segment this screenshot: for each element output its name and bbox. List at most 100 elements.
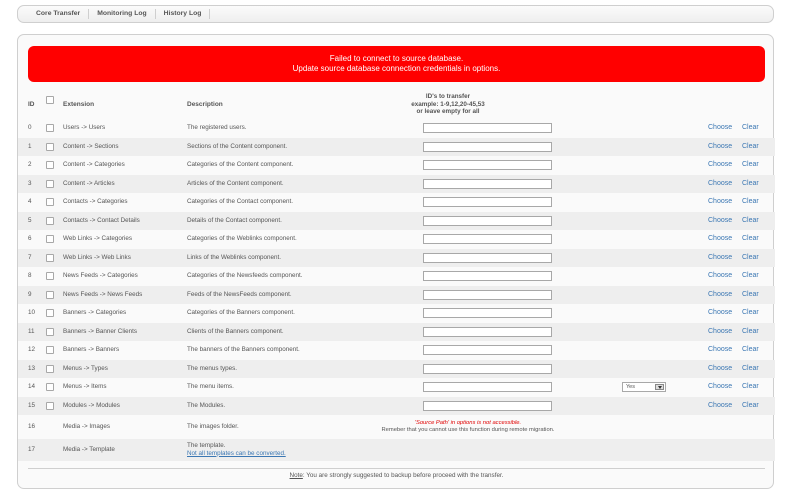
header-id: ID xyxy=(28,101,35,108)
tab-monitoring-log[interactable]: Monitoring Log xyxy=(89,9,154,19)
ids-input[interactable] xyxy=(423,178,552,189)
row-checkbox[interactable] xyxy=(46,253,54,262)
row-checkbox[interactable] xyxy=(46,272,54,280)
ids-input[interactable] xyxy=(423,123,552,133)
ids-input[interactable] xyxy=(423,382,552,392)
choose-link[interactable]: Choose xyxy=(708,360,732,379)
row-checkbox[interactable] xyxy=(46,198,54,206)
row-checkbox[interactable] xyxy=(46,401,54,410)
choose-link[interactable]: Choose xyxy=(708,230,732,249)
table-row: 14 Menus -> Items The menu items. Yes Choose… xyxy=(18,378,775,397)
row-checkbox[interactable] xyxy=(46,235,54,243)
choose-link[interactable]: Choose xyxy=(708,175,732,194)
row-checkbox[interactable] xyxy=(46,124,54,132)
clear-link[interactable]: Clear xyxy=(742,360,759,379)
row-extension: Banners -> Banner Clients xyxy=(63,327,138,335)
clear-link[interactable]: Clear xyxy=(742,323,759,342)
row-extension: Contacts -> Categories xyxy=(63,198,128,205)
ids-input[interactable] xyxy=(423,289,552,300)
yes-no-select[interactable]: Yes xyxy=(622,382,666,392)
choose-link[interactable]: Choose xyxy=(708,341,732,360)
choose-link[interactable]: Choose xyxy=(708,249,732,268)
nav-divider xyxy=(209,9,211,19)
row-description: Links of the Weblinks component. xyxy=(187,253,282,261)
clear-link[interactable]: Clear xyxy=(742,378,759,397)
table-header: ID Extension Description ID's to transfe… xyxy=(18,91,775,119)
row-id: 17 xyxy=(28,446,36,453)
row-description: Clients of the Banners component. xyxy=(187,327,284,335)
row-checkbox[interactable] xyxy=(46,364,54,373)
clear-link[interactable]: Clear xyxy=(742,212,759,231)
choose-link[interactable]: Choose xyxy=(708,193,732,212)
table-row: 3 Content -> Articles Articles of the Cont… xyxy=(18,174,775,194)
ids-input[interactable] xyxy=(423,215,552,226)
row-id: 15 xyxy=(28,401,36,409)
clear-link[interactable]: Clear xyxy=(742,267,759,286)
clear-link[interactable]: Clear xyxy=(742,193,759,212)
clear-link[interactable]: Clear xyxy=(742,249,759,268)
ids-input[interactable] xyxy=(423,400,552,411)
ids-input[interactable] xyxy=(423,252,552,263)
clear-link[interactable]: Clear xyxy=(742,397,759,416)
dropdown-arrow-icon[interactable] xyxy=(655,384,664,390)
row-description: Categories of the Weblinks component. xyxy=(187,235,297,242)
clear-link[interactable]: Clear xyxy=(742,156,759,175)
ids-input[interactable] xyxy=(423,308,552,318)
row-id: 0 xyxy=(28,124,32,131)
choose-link[interactable]: Choose xyxy=(708,397,732,416)
row-extension: Menus -> Items xyxy=(63,383,107,390)
ids-input[interactable] xyxy=(423,197,552,207)
ids-input[interactable] xyxy=(423,141,552,152)
top-nav: Core Transfer Monitoring Log History Log xyxy=(17,5,774,23)
row-checkbox[interactable] xyxy=(46,327,54,336)
choose-link[interactable]: Choose xyxy=(708,138,732,157)
row-checkbox[interactable] xyxy=(46,179,54,188)
row-description: The Modules. xyxy=(187,401,226,409)
clear-link[interactable]: Clear xyxy=(742,175,759,194)
row-description: Categories of the Newsfeeds component. xyxy=(187,272,303,279)
ids-input[interactable] xyxy=(423,345,552,355)
templates-warning-link[interactable]: Not all templates can be converted. xyxy=(187,450,286,458)
clear-link[interactable]: Clear xyxy=(742,138,759,157)
choose-link[interactable]: Choose xyxy=(708,267,732,286)
table-row: 16 Media -> Images The images folder. 'Sour… xyxy=(18,415,775,439)
clear-link[interactable]: Clear xyxy=(742,286,759,305)
ids-input[interactable] xyxy=(423,326,552,337)
row-checkbox[interactable] xyxy=(46,383,54,391)
ids-input[interactable] xyxy=(423,234,552,244)
tab-history-log[interactable]: History Log xyxy=(156,9,210,19)
row-checkbox[interactable] xyxy=(46,309,54,317)
header-ids-line-3: or leave empty for all xyxy=(416,108,480,115)
row-id: 13 xyxy=(28,364,36,372)
table-row: 10 Banners -> Categories Categories of the… xyxy=(18,304,775,323)
select-all-checkbox[interactable] xyxy=(46,96,54,104)
clear-link[interactable]: Clear xyxy=(742,119,759,138)
clear-link[interactable]: Clear xyxy=(742,230,759,249)
choose-link[interactable]: Choose xyxy=(708,212,732,231)
row-id: 11 xyxy=(28,327,35,335)
tab-core-transfer[interactable]: Core Transfer xyxy=(28,9,88,19)
ids-input[interactable] xyxy=(423,160,552,170)
row-checkbox[interactable] xyxy=(46,161,54,169)
row-checkbox[interactable] xyxy=(46,346,54,354)
row-checkbox[interactable] xyxy=(46,290,54,299)
row-extension: Media -> Images xyxy=(63,423,111,430)
row-id: 10 xyxy=(28,309,36,316)
table-row: 8 News Feeds -> Categories Categories of t… xyxy=(18,267,775,286)
row-description: The template. Not all templates can be co… xyxy=(187,442,286,457)
row-id: 4 xyxy=(28,198,32,205)
ids-input[interactable] xyxy=(423,271,552,281)
ids-input[interactable] xyxy=(423,363,552,374)
row-id: 1 xyxy=(28,142,32,150)
choose-link[interactable]: Choose xyxy=(708,323,732,342)
row-id: 14 xyxy=(28,383,36,390)
choose-link[interactable]: Choose xyxy=(708,119,732,138)
row-checkbox[interactable] xyxy=(46,216,54,225)
choose-link[interactable]: Choose xyxy=(708,156,732,175)
clear-link[interactable]: Clear xyxy=(742,304,759,323)
clear-link[interactable]: Clear xyxy=(742,341,759,360)
choose-link[interactable]: Choose xyxy=(708,286,732,305)
choose-link[interactable]: Choose xyxy=(708,378,732,397)
choose-link[interactable]: Choose xyxy=(708,304,732,323)
row-checkbox[interactable] xyxy=(46,142,54,151)
